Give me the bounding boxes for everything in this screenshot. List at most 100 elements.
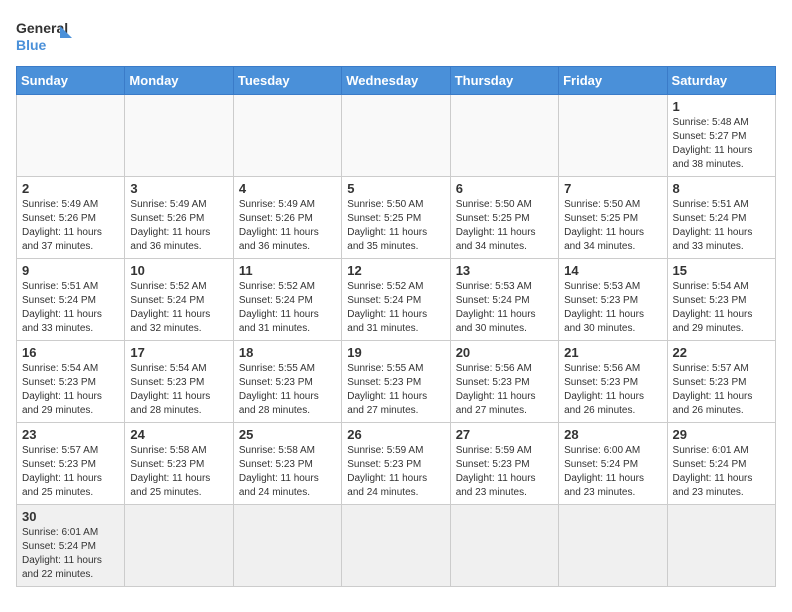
calendar-cell: 21 Sunrise: 5:56 AM Sunset: 5:23 PM Dayli… xyxy=(559,341,667,423)
calendar-cell: 8 Sunrise: 5:51 AM Sunset: 5:24 PM Daylig… xyxy=(667,177,775,259)
day-info: Sunrise: 6:01 AM Sunset: 5:24 PM Dayligh… xyxy=(22,526,119,582)
header-thursday: Thursday xyxy=(450,67,558,95)
day-number: 28 xyxy=(564,427,661,442)
day-number: 6 xyxy=(456,181,553,196)
day-info: Sunrise: 5:48 AM Sunset: 5:27 PM Dayligh… xyxy=(673,116,770,172)
day-number: 20 xyxy=(456,345,553,360)
calendar-cell: 28Sunrise: 6:00 AM Sunset: 5:24 PM Dayli… xyxy=(559,423,667,505)
calendar-cell xyxy=(233,95,341,177)
day-number: 9 xyxy=(22,263,119,278)
day-number: 16 xyxy=(22,345,119,360)
day-info: Sunrise: 5:59 AM Sunset: 5:23 PM Dayligh… xyxy=(456,444,553,500)
calendar-cell xyxy=(17,95,125,177)
svg-text:Blue: Blue xyxy=(16,37,47,53)
calendar-cell: 16 Sunrise: 5:54 AM Sunset: 5:23 PM Dayli… xyxy=(17,341,125,423)
day-info: Sunrise: 5:54 AM Sunset: 5:23 PM Dayligh… xyxy=(673,280,770,336)
day-info: Sunrise: 5:55 AM Sunset: 5:23 PM Dayligh… xyxy=(239,362,336,418)
calendar-cell: 23 Sunrise: 5:57 AM Sunset: 5:23 PM Dayli… xyxy=(17,423,125,505)
day-info: Sunrise: 5:56 AM Sunset: 5:23 PM Dayligh… xyxy=(456,362,553,418)
day-number: 30 xyxy=(22,509,119,524)
day-number: 27 xyxy=(456,427,553,442)
day-number: 15 xyxy=(673,263,770,278)
calendar-cell: 24 Sunrise: 5:58 AM Sunset: 5:23 PM Dayli… xyxy=(125,423,233,505)
calendar-cell: 17 Sunrise: 5:54 AM Sunset: 5:23 PM Dayli… xyxy=(125,341,233,423)
day-number: 22 xyxy=(673,345,770,360)
day-number: 23 xyxy=(22,427,119,442)
day-number: 29 xyxy=(673,427,770,442)
calendar-cell: 2 Sunrise: 5:49 AM Sunset: 5:26 PM Daylig… xyxy=(17,177,125,259)
day-number: 21 xyxy=(564,345,661,360)
calendar-cell xyxy=(559,505,667,587)
day-info: Sunrise: 5:53 AM Sunset: 5:23 PM Dayligh… xyxy=(564,280,661,336)
day-number: 8 xyxy=(673,181,770,196)
header-friday: Friday xyxy=(559,67,667,95)
header-saturday: Saturday xyxy=(667,67,775,95)
calendar-cell: 6 Sunrise: 5:50 AM Sunset: 5:25 PM Daylig… xyxy=(450,177,558,259)
day-number: 2 xyxy=(22,181,119,196)
calendar-cell xyxy=(450,95,558,177)
logo: GeneralBlue xyxy=(16,16,76,56)
calendar-cell: 19Sunrise: 5:55 AM Sunset: 5:23 PM Dayli… xyxy=(342,341,450,423)
week-row-5: 23 Sunrise: 5:57 AM Sunset: 5:23 PM Dayli… xyxy=(17,423,776,505)
calendar-cell xyxy=(342,95,450,177)
calendar-cell: 29 Sunrise: 6:01 AM Sunset: 5:24 PM Dayli… xyxy=(667,423,775,505)
header-wednesday: Wednesday xyxy=(342,67,450,95)
calendar-cell xyxy=(450,505,558,587)
day-number: 1 xyxy=(673,99,770,114)
day-number: 5 xyxy=(347,181,444,196)
calendar-cell: 25 Sunrise: 5:58 AM Sunset: 5:23 PM Dayli… xyxy=(233,423,341,505)
header-tuesday: Tuesday xyxy=(233,67,341,95)
day-number: 26 xyxy=(347,427,444,442)
calendar-cell: 18 Sunrise: 5:55 AM Sunset: 5:23 PM Dayli… xyxy=(233,341,341,423)
calendar-cell: 3 Sunrise: 5:49 AM Sunset: 5:26 PM Daylig… xyxy=(125,177,233,259)
day-info: Sunrise: 5:58 AM Sunset: 5:23 PM Dayligh… xyxy=(130,444,227,500)
day-info: Sunrise: 5:52 AM Sunset: 5:24 PM Dayligh… xyxy=(239,280,336,336)
calendar-cell: 9 Sunrise: 5:51 AM Sunset: 5:24 PM Daylig… xyxy=(17,259,125,341)
day-info: Sunrise: 5:56 AM Sunset: 5:23 PM Dayligh… xyxy=(564,362,661,418)
day-number: 4 xyxy=(239,181,336,196)
day-info: Sunrise: 5:49 AM Sunset: 5:26 PM Dayligh… xyxy=(130,198,227,254)
day-info: Sunrise: 5:51 AM Sunset: 5:24 PM Dayligh… xyxy=(673,198,770,254)
calendar-cell: 20 Sunrise: 5:56 AM Sunset: 5:23 PM Dayli… xyxy=(450,341,558,423)
day-info: Sunrise: 5:58 AM Sunset: 5:23 PM Dayligh… xyxy=(239,444,336,500)
calendar-cell: 15 Sunrise: 5:54 AM Sunset: 5:23 PM Dayli… xyxy=(667,259,775,341)
week-row-3: 9 Sunrise: 5:51 AM Sunset: 5:24 PM Daylig… xyxy=(17,259,776,341)
calendar-cell: 14 Sunrise: 5:53 AM Sunset: 5:23 PM Dayli… xyxy=(559,259,667,341)
header-sunday: Sunday xyxy=(17,67,125,95)
day-number: 17 xyxy=(130,345,227,360)
calendar-cell: 10Sunrise: 5:52 AM Sunset: 5:24 PM Dayli… xyxy=(125,259,233,341)
calendar-cell xyxy=(233,505,341,587)
day-number: 11 xyxy=(239,263,336,278)
page-header: GeneralBlue xyxy=(16,16,776,56)
day-info: Sunrise: 6:01 AM Sunset: 5:24 PM Dayligh… xyxy=(673,444,770,500)
calendar-cell xyxy=(559,95,667,177)
day-info: Sunrise: 5:50 AM Sunset: 5:25 PM Dayligh… xyxy=(347,198,444,254)
generalblue-logo-icon: GeneralBlue xyxy=(16,16,76,56)
day-info: Sunrise: 5:51 AM Sunset: 5:24 PM Dayligh… xyxy=(22,280,119,336)
day-info: Sunrise: 5:50 AM Sunset: 5:25 PM Dayligh… xyxy=(456,198,553,254)
day-info: Sunrise: 5:49 AM Sunset: 5:26 PM Dayligh… xyxy=(22,198,119,254)
day-info: Sunrise: 5:57 AM Sunset: 5:23 PM Dayligh… xyxy=(22,444,119,500)
day-info: Sunrise: 5:54 AM Sunset: 5:23 PM Dayligh… xyxy=(130,362,227,418)
week-row-6: 30 Sunrise: 6:01 AM Sunset: 5:24 PM Dayli… xyxy=(17,505,776,587)
day-number: 18 xyxy=(239,345,336,360)
day-number: 3 xyxy=(130,181,227,196)
day-info: Sunrise: 5:54 AM Sunset: 5:23 PM Dayligh… xyxy=(22,362,119,418)
calendar-cell xyxy=(125,95,233,177)
day-info: Sunrise: 5:50 AM Sunset: 5:25 PM Dayligh… xyxy=(564,198,661,254)
day-info: Sunrise: 5:52 AM Sunset: 5:24 PM Dayligh… xyxy=(130,280,227,336)
header-monday: Monday xyxy=(125,67,233,95)
days-header-row: SundayMondayTuesdayWednesdayThursdayFrid… xyxy=(17,67,776,95)
calendar-cell xyxy=(667,505,775,587)
calendar-cell: 4Sunrise: 5:49 AM Sunset: 5:26 PM Daylig… xyxy=(233,177,341,259)
day-number: 12 xyxy=(347,263,444,278)
week-row-2: 2 Sunrise: 5:49 AM Sunset: 5:26 PM Daylig… xyxy=(17,177,776,259)
day-number: 25 xyxy=(239,427,336,442)
day-number: 14 xyxy=(564,263,661,278)
day-info: Sunrise: 5:55 AM Sunset: 5:23 PM Dayligh… xyxy=(347,362,444,418)
day-number: 24 xyxy=(130,427,227,442)
calendar-cell xyxy=(125,505,233,587)
day-info: Sunrise: 5:57 AM Sunset: 5:23 PM Dayligh… xyxy=(673,362,770,418)
week-row-4: 16 Sunrise: 5:54 AM Sunset: 5:23 PM Dayli… xyxy=(17,341,776,423)
calendar-cell: 12Sunrise: 5:52 AM Sunset: 5:24 PM Dayli… xyxy=(342,259,450,341)
